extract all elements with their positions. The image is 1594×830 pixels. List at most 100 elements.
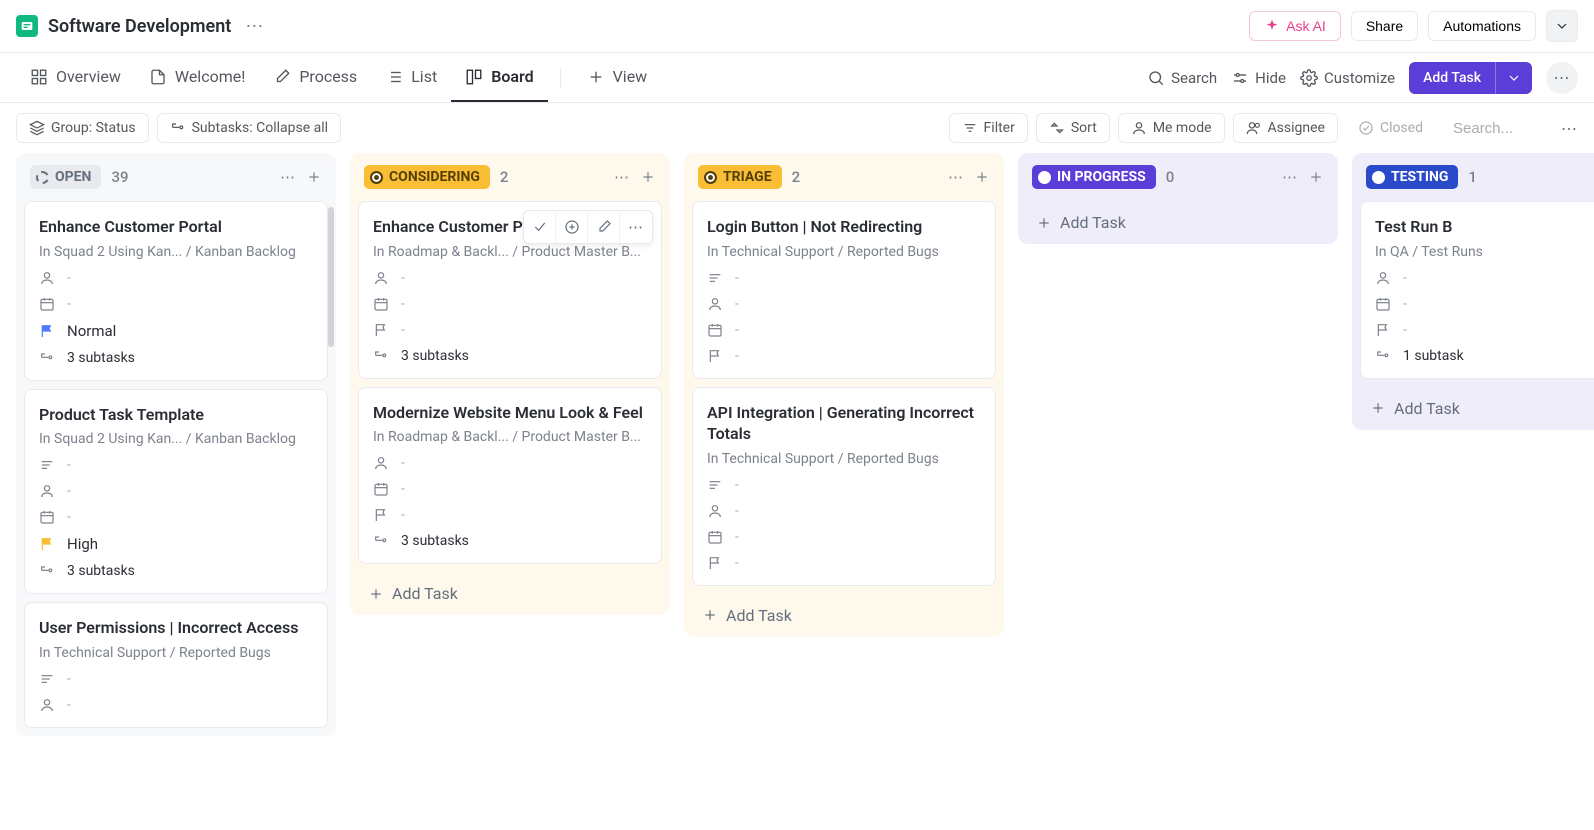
tab-process[interactable]: Process <box>259 53 371 102</box>
card-breadcrumb[interactable]: In Roadmap & Backl... / Product Master B… <box>373 429 647 445</box>
closed-pill[interactable]: Closed <box>1346 114 1435 142</box>
tab-welcome[interactable]: Welcome! <box>135 53 259 102</box>
column-add-icon[interactable] <box>640 169 656 185</box>
card-meta-date[interactable]: - <box>1375 296 1594 312</box>
status-chip-inprogress[interactable]: IN PROGRESS <box>1032 165 1156 189</box>
group-pill[interactable]: Group: Status <box>16 113 149 143</box>
tab-add-view[interactable]: View <box>573 53 662 102</box>
task-card[interactable]: Modernize Website Menu Look & Feel In Ro… <box>358 387 662 565</box>
card-subtasks[interactable]: 3 subtasks <box>373 348 647 364</box>
task-card[interactable]: User Permissions | Incorrect Access In T… <box>24 602 328 728</box>
tab-overview[interactable]: Overview <box>16 53 135 102</box>
card-complete-action[interactable] <box>524 211 556 243</box>
chevron-down-button[interactable] <box>1546 10 1578 42</box>
subtasks-pill[interactable]: Subtasks: Collapse all <box>157 113 341 143</box>
column-add-icon[interactable] <box>306 169 322 185</box>
card-meta-date[interactable]: - <box>39 509 313 525</box>
column-more-icon[interactable]: ⋯ <box>948 168 964 186</box>
task-card[interactable]: API Integration | Generating Incorrect T… <box>692 387 996 586</box>
card-breadcrumb[interactable]: In Roadmap & Backl... / Product Master B… <box>373 244 647 260</box>
card-meta-assignee[interactable]: - <box>707 296 981 312</box>
tab-list[interactable]: List <box>371 53 451 102</box>
column-add-task[interactable]: Add Task <box>684 594 1004 637</box>
card-breadcrumb[interactable]: In Technical Support / Reported Bugs <box>39 645 313 661</box>
task-card[interactable]: Test Run B In QA / Test Runs --- 1 subta… <box>1360 201 1594 379</box>
customize-tool[interactable]: Customize <box>1300 69 1395 87</box>
status-chip-open[interactable]: OPEN <box>30 165 101 189</box>
card-more-action[interactable]: ⋯ <box>620 211 652 243</box>
card-priority[interactable]: Normal <box>39 322 313 340</box>
search-tool[interactable]: Search <box>1147 69 1217 87</box>
card-subtasks[interactable]: 3 subtasks <box>39 350 313 366</box>
filter-pill[interactable]: Filter <box>949 113 1028 143</box>
scrollbar[interactable] <box>328 207 334 347</box>
card-meta-desc[interactable]: - <box>39 457 313 473</box>
card-meta-desc[interactable]: - <box>39 671 313 687</box>
share-button[interactable]: Share <box>1351 11 1418 41</box>
status-chip-triage[interactable]: TRIAGE <box>698 165 782 189</box>
task-card[interactable]: Enhance Customer Portal In Squad 2 Using… <box>24 201 328 381</box>
more-menu-button[interactable]: ⋯ <box>1546 62 1578 94</box>
add-task-dropdown[interactable] <box>1495 62 1532 94</box>
card-meta-flag[interactable]: - <box>707 555 981 571</box>
card-add-action[interactable] <box>556 211 588 243</box>
assignee-pill[interactable]: Assignee <box>1233 113 1338 143</box>
card-meta-date[interactable]: - <box>39 296 313 312</box>
card-meta-assignee[interactable]: - <box>39 270 313 286</box>
card-meta-flag[interactable]: - <box>707 348 981 364</box>
card-breadcrumb[interactable]: In Squad 2 Using Kan... / Kanban Backlog <box>39 244 313 260</box>
automations-label: Automations <box>1443 18 1521 34</box>
column-add-task[interactable]: Add Task <box>350 572 670 615</box>
column-add-task[interactable]: Add Task <box>1352 387 1594 430</box>
card-subtasks[interactable]: 1 subtask <box>1375 348 1594 364</box>
filter-more-icon[interactable]: ⋯ <box>1561 119 1578 138</box>
task-card[interactable]: ⋯ Enhance Customer Po In Roadmap & Backl… <box>358 201 662 379</box>
card-meta-date[interactable]: - <box>373 481 647 497</box>
card-breadcrumb[interactable]: In QA / Test Runs <box>1375 244 1594 260</box>
status-chip-testing[interactable]: TESTING <box>1366 165 1458 189</box>
ask-ai-button[interactable]: Ask AI <box>1249 11 1341 41</box>
card-meta-assignee[interactable]: - <box>373 455 647 471</box>
column-more-icon[interactable]: ⋯ <box>614 168 630 186</box>
card-breadcrumb[interactable]: In Squad 2 Using Kan... / Kanban Backlog <box>39 431 313 447</box>
column-add-icon[interactable] <box>974 169 990 185</box>
card-breadcrumb[interactable]: In Technical Support / Reported Bugs <box>707 244 981 260</box>
tab-overview-label: Overview <box>56 67 121 86</box>
card-meta-assignee[interactable]: - <box>1375 270 1594 286</box>
task-card[interactable]: Login Button | Not Redirecting In Techni… <box>692 201 996 379</box>
page-title[interactable]: Software Development <box>48 16 231 37</box>
title-more-icon[interactable]: ⋯ <box>241 12 268 41</box>
status-chip-considering[interactable]: CONSIDERING <box>364 165 490 189</box>
card-meta-flag[interactable]: - <box>373 322 647 338</box>
card-meta-date[interactable]: - <box>373 296 647 312</box>
card-meta-assignee[interactable]: - <box>707 503 981 519</box>
card-subtasks[interactable]: 3 subtasks <box>373 533 647 549</box>
sparkle-icon <box>1264 18 1280 34</box>
card-meta-assignee[interactable]: - <box>373 270 647 286</box>
card-meta-assignee[interactable]: - <box>39 483 313 499</box>
card-meta-date[interactable]: - <box>707 322 981 338</box>
automations-button[interactable]: Automations <box>1428 11 1536 41</box>
filter-search-input[interactable] <box>1443 114 1553 143</box>
card-breadcrumb[interactable]: In Technical Support / Reported Bugs <box>707 451 981 467</box>
card-priority[interactable]: High <box>39 535 313 553</box>
hide-tool[interactable]: Hide <box>1231 69 1286 87</box>
column-more-icon[interactable]: ⋯ <box>280 168 296 186</box>
sort-pill[interactable]: Sort <box>1036 113 1110 143</box>
column-more-icon[interactable]: ⋯ <box>1282 168 1298 186</box>
column-add-icon[interactable] <box>1308 169 1324 185</box>
column-add-task[interactable]: Add Task <box>1018 201 1338 244</box>
task-card[interactable]: Product Task Template In Squad 2 Using K… <box>24 389 328 595</box>
workspace-logo[interactable] <box>16 15 38 37</box>
card-meta-assignee[interactable]: - <box>39 697 313 713</box>
card-subtasks[interactable]: 3 subtasks <box>39 563 313 579</box>
card-meta-desc[interactable]: - <box>707 270 981 286</box>
card-edit-action[interactable] <box>588 211 620 243</box>
add-task-button[interactable]: Add Task <box>1409 62 1532 94</box>
me-mode-pill[interactable]: Me mode <box>1118 113 1225 143</box>
card-meta-date[interactable]: - <box>707 529 981 545</box>
card-meta-flag[interactable]: - <box>1375 322 1594 338</box>
card-meta-desc[interactable]: - <box>707 477 981 493</box>
card-meta-flag[interactable]: - <box>373 507 647 523</box>
tab-board[interactable]: Board <box>451 53 547 102</box>
